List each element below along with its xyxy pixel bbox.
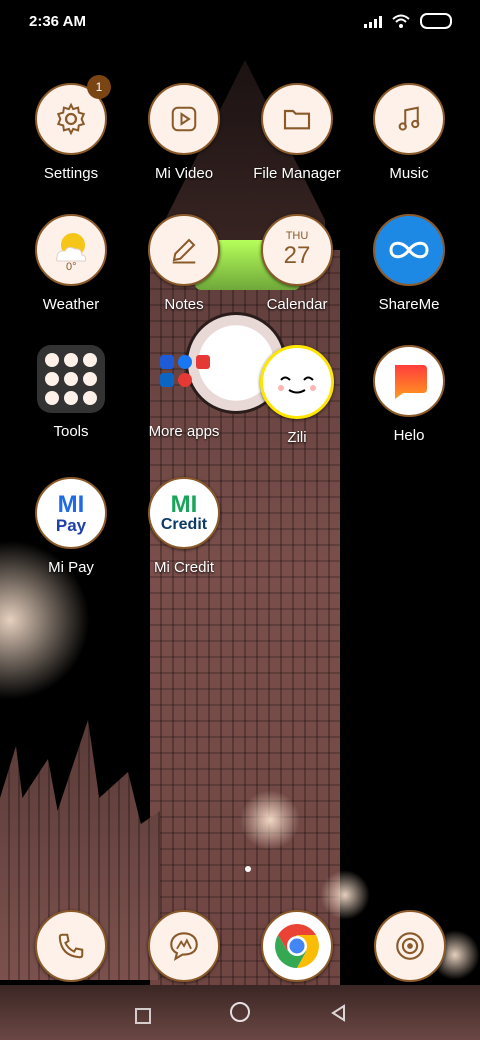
linkedin-mini-icon	[160, 373, 174, 387]
folder-apps-icon	[150, 345, 218, 413]
app-settings[interactable]: 1 Settings	[16, 75, 126, 182]
weather-temp: 0°	[66, 261, 77, 273]
dock-chrome[interactable]	[261, 910, 333, 982]
gear-icon	[56, 102, 86, 136]
app-label: Weather	[42, 296, 100, 313]
calendar-icon: THU 27	[261, 214, 333, 286]
camera-icon	[396, 932, 424, 960]
wps-mini-icon	[196, 355, 210, 369]
home-button[interactable]	[230, 1002, 250, 1022]
lamp-glow	[240, 790, 300, 850]
mipay-logo-top: MI	[57, 490, 85, 518]
chat-bubble-icon	[395, 365, 427, 399]
micredit-logo-top: MI	[170, 491, 198, 518]
folder-tools[interactable]: Tools	[16, 345, 126, 440]
app-label: More apps	[148, 423, 220, 440]
music-note-icon	[398, 106, 420, 131]
app-label: Zili	[287, 429, 307, 446]
app-mi-pay[interactable]: MI Pay Mi Pay	[16, 477, 126, 576]
app-label: Mi Video	[154, 165, 214, 182]
app-label: ShareMe	[378, 296, 440, 313]
mipay-logo-bottom: Pay	[55, 515, 87, 535]
calendar-day: THU	[285, 230, 309, 242]
battery-icon	[420, 13, 452, 29]
infinity-icon	[389, 241, 429, 259]
signal-icon	[364, 15, 382, 28]
app-music[interactable]: Music	[354, 83, 464, 182]
app-file-manager[interactable]: File Manager	[242, 83, 352, 182]
messages-icon	[170, 932, 198, 961]
app-calendar[interactable]: THU 27 Calendar	[242, 214, 352, 313]
play-icon	[171, 106, 197, 132]
status-icons	[364, 13, 452, 29]
app-label: Helo	[393, 427, 425, 444]
status-time: 2:36 AM	[29, 13, 86, 30]
facebook-mini-icon	[178, 355, 192, 369]
app-label: Calendar	[266, 296, 328, 313]
app-helo[interactable]: Helo	[354, 345, 464, 444]
app-label: File Manager	[253, 165, 341, 182]
app-label: Mi Pay	[48, 559, 94, 576]
app-mi-credit[interactable]: MI Credit Mi Credit	[129, 477, 239, 576]
dock-camera[interactable]	[374, 910, 446, 982]
folder-tools-icon	[37, 345, 105, 413]
calendar-date: 27	[283, 242, 311, 269]
pencil-icon	[172, 238, 196, 264]
app-label: Mi Credit	[153, 559, 214, 576]
folder-icon	[283, 109, 311, 130]
app-mi-video[interactable]: Mi Video	[129, 83, 239, 182]
navigation-bar	[0, 996, 480, 1040]
app-label: Notes	[164, 296, 204, 313]
folder-more-apps[interactable]: More apps	[129, 345, 239, 440]
phone-icon	[58, 933, 84, 959]
app-label: Settings	[43, 165, 99, 182]
wifi-icon	[392, 14, 410, 28]
app-zili[interactable]: Zili	[242, 345, 352, 446]
notification-badge: 1	[87, 75, 111, 99]
dock-phone[interactable]	[35, 910, 107, 982]
chrome-icon	[275, 924, 319, 968]
app-shareme[interactable]: ShareMe	[354, 214, 464, 313]
micredit-icon: MI Credit	[148, 477, 220, 549]
dock-messages[interactable]	[148, 910, 220, 982]
app-mini-icon	[160, 355, 174, 369]
page-indicator-dot	[245, 866, 251, 872]
micredit-logo-bottom: Credit	[160, 516, 208, 533]
recents-button[interactable]	[135, 1008, 151, 1024]
app-label: Tools	[53, 423, 89, 440]
app-mini-icon	[178, 373, 192, 387]
app-notes[interactable]: Notes	[129, 214, 239, 313]
app-label: Music	[389, 165, 429, 182]
mipay-icon: MI Pay	[35, 477, 107, 549]
back-button[interactable]	[330, 1004, 346, 1022]
zili-icon	[278, 376, 316, 394]
app-weather[interactable]: 0° Weather	[16, 214, 126, 313]
status-bar: 2:36 AM	[0, 0, 480, 44]
